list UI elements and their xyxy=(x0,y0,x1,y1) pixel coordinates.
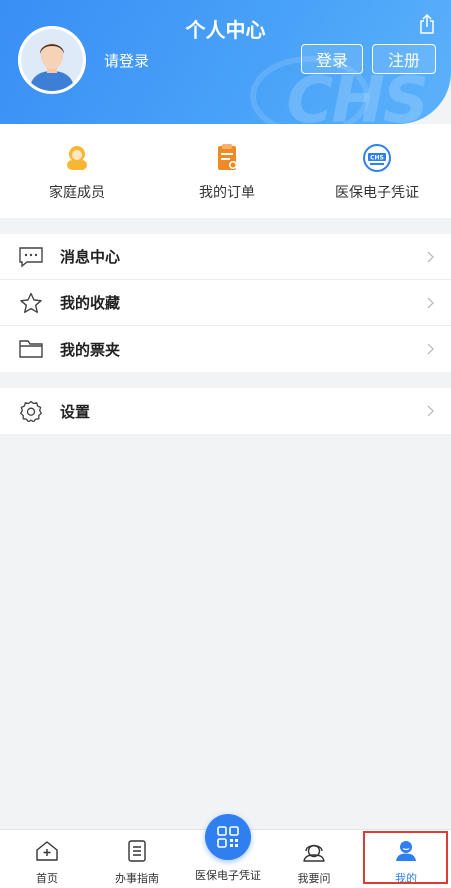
chevron-right-icon xyxy=(427,297,434,308)
quick-entries: 家庭成员 我的订单 CHS 医保电子凭证 xyxy=(0,124,451,218)
tab-guide[interactable]: 办事指南 xyxy=(97,840,177,886)
order-icon xyxy=(218,144,237,170)
chevron-right-icon xyxy=(427,251,434,262)
register-button[interactable]: 注册 xyxy=(372,44,436,74)
message-icon xyxy=(19,246,43,267)
login-prompt[interactable]: 请登录 xyxy=(104,50,149,71)
menu-item-favorites[interactable]: 我的收藏 xyxy=(0,280,451,326)
chevron-right-icon xyxy=(427,343,434,355)
family-members-entry[interactable]: 家庭成员 xyxy=(2,144,152,202)
guide-icon xyxy=(128,840,146,862)
menu-item-messages[interactable]: 消息中心 xyxy=(0,234,451,280)
folder-icon xyxy=(19,340,43,358)
svg-text:CHS: CHS xyxy=(370,155,384,162)
user-avatar-icon xyxy=(21,29,83,91)
chs-badge-icon: CHS xyxy=(363,144,391,172)
entry-label: 我的订单 xyxy=(199,185,255,201)
avatar[interactable] xyxy=(18,26,86,94)
menu-group-settings: 设置 xyxy=(0,388,451,434)
tab-label: 医保电子凭证 xyxy=(195,869,261,882)
chevron-right-icon xyxy=(427,405,434,417)
profile-header: CHS 个人中心 请登录 登录 注册 xyxy=(0,0,451,124)
login-button[interactable]: 登录 xyxy=(301,44,363,74)
my-orders-entry[interactable]: 我的订单 xyxy=(152,144,302,202)
gear-icon xyxy=(20,400,42,422)
menu-group-main: 消息中心 我的收藏 我的票夹 xyxy=(0,234,451,372)
menu-item-ticket-folder[interactable]: 我的票夹 xyxy=(0,326,451,372)
menu-item-settings[interactable]: 设置 xyxy=(0,388,451,434)
profile-page: CHS 个人中心 请登录 登录 注册 家庭成员 我的订单 CHS 医保电子凭证 … xyxy=(0,0,451,888)
tab-label: 首页 xyxy=(36,872,58,885)
tab-label: 我要问 xyxy=(297,872,331,885)
tab-ask[interactable]: 我要问 xyxy=(274,840,354,886)
family-icon xyxy=(67,146,87,170)
insurance-voucher-entry[interactable]: CHS 医保电子凭证 xyxy=(302,144,451,202)
menu-label: 我的收藏 xyxy=(60,294,121,312)
tab-insurance-voucher[interactable] xyxy=(205,814,251,860)
menu-label: 设置 xyxy=(60,402,91,421)
tab-home[interactable]: 首页 xyxy=(7,840,87,886)
share-icon[interactable] xyxy=(419,14,435,34)
menu-label: 我的票夹 xyxy=(60,340,121,359)
active-tab-highlight xyxy=(363,831,448,884)
tab-label: 办事指南 xyxy=(115,872,159,885)
menu-label: 消息中心 xyxy=(60,248,121,266)
consult-icon xyxy=(303,844,325,862)
star-icon xyxy=(20,292,42,313)
qrcode-icon xyxy=(217,826,239,848)
entry-label: 家庭成员 xyxy=(49,185,105,201)
entry-label: 医保电子凭证 xyxy=(335,185,419,201)
home-icon xyxy=(36,841,58,861)
